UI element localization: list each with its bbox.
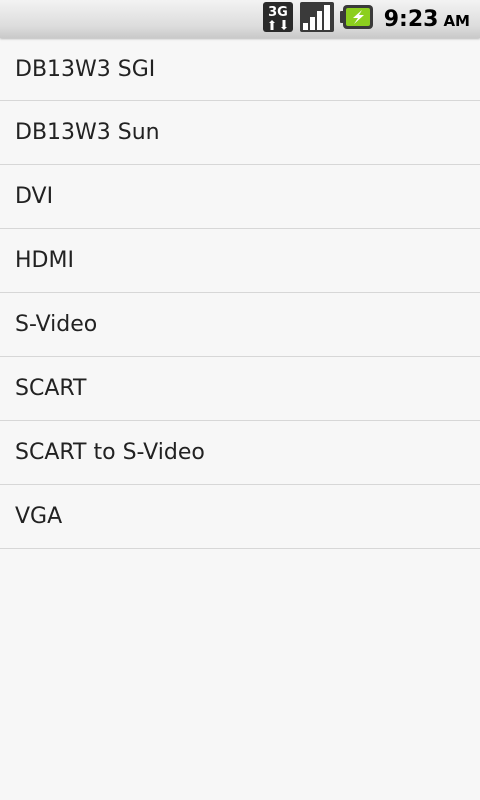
list-item-label: SCART to S-Video	[15, 440, 205, 465]
list-item[interactable]: DB13W3 SGI	[0, 38, 480, 101]
list-item[interactable]: S-Video	[0, 293, 480, 357]
list-item-label: DB13W3 Sun	[15, 120, 160, 145]
status-bar: 3G 9:23 AM	[0, 0, 480, 38]
list-item-label: DB13W3 SGI	[15, 56, 156, 82]
list-item[interactable]: VGA	[0, 485, 480, 549]
clock-time: 9:23	[383, 6, 439, 32]
list-item[interactable]: DB13W3 Sun	[0, 101, 480, 165]
list-item[interactable]: SCART to S-Video	[0, 421, 480, 485]
list-item-label: VGA	[15, 504, 63, 529]
status-clock: 9:23 AM	[384, 7, 470, 32]
clock-ampm: AM	[443, 11, 470, 30]
list-item[interactable]: HDMI	[0, 229, 480, 293]
status-icons: 3G 9:23 AM	[262, 1, 470, 37]
connector-list: DB13W3 SGI DB13W3 Sun DVI HDMI S-Video S…	[0, 38, 480, 549]
3g-data-icon: 3G	[262, 1, 294, 37]
list-item[interactable]: SCART	[0, 357, 480, 421]
signal-strength-icon	[299, 1, 334, 37]
battery-charging-icon	[339, 4, 374, 34]
list-item-label: HDMI	[15, 248, 74, 273]
list-item-label: S-Video	[15, 312, 98, 337]
list-item-label: DVI	[15, 184, 54, 209]
svg-text:3G: 3G	[268, 5, 288, 20]
list-item[interactable]: DVI	[0, 165, 480, 229]
list-item-label: SCART	[15, 376, 87, 401]
